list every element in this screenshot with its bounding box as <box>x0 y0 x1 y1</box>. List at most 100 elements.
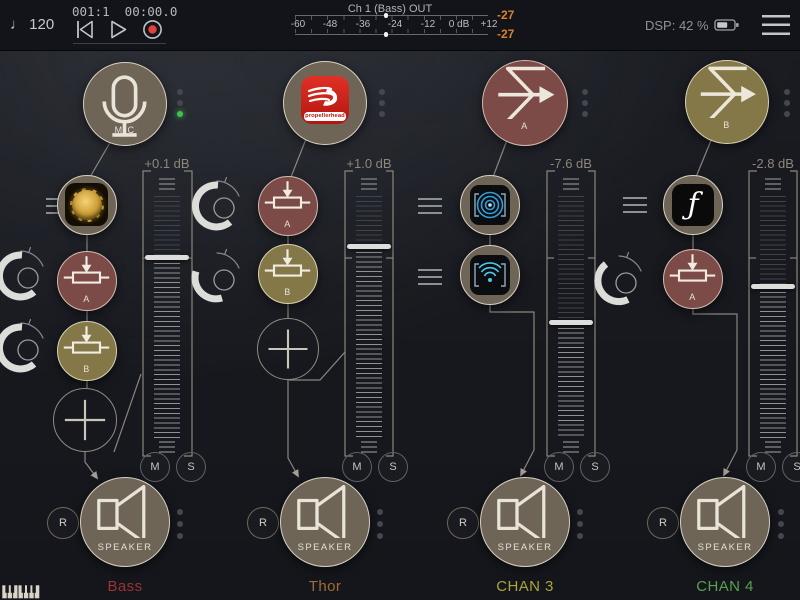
plugin-drag-handle[interactable] <box>623 197 647 213</box>
add-node-button[interactable] <box>53 388 117 452</box>
bus-sum-icon <box>483 61 566 119</box>
send-node-label: A <box>664 292 722 302</box>
plus-icon <box>54 389 116 451</box>
add-node-button[interactable] <box>257 318 319 380</box>
channel-fader[interactable] <box>356 196 382 438</box>
gain-value-label: +0.1 dB <box>112 156 222 171</box>
fader-ticks-lower <box>558 323 584 438</box>
status-dot <box>582 100 588 106</box>
plugin-node[interactable] <box>57 175 117 235</box>
input-node-bus-a[interactable]: A <box>482 60 568 146</box>
plugin-node[interactable] <box>460 175 520 235</box>
output-node-label: SPEAKER <box>681 542 769 553</box>
status-dot <box>379 100 385 106</box>
plus-icon <box>258 319 318 379</box>
channel-fader[interactable] <box>154 196 180 438</box>
status-dot <box>577 533 583 539</box>
status-dot <box>177 100 183 106</box>
status-dot <box>177 509 183 515</box>
channel-name[interactable]: Thor <box>255 578 395 595</box>
send-knob[interactable] <box>598 253 641 302</box>
fader-ticks-upper <box>760 196 786 287</box>
input-node-bus-b[interactable]: B <box>685 60 769 144</box>
status-dot <box>582 89 588 95</box>
fader-ticks-upper <box>356 196 382 247</box>
gain-value-label: -7.6 dB <box>516 156 626 171</box>
send-icon <box>58 322 115 366</box>
send-icon <box>259 245 316 289</box>
solo-button[interactable]: S <box>580 452 610 482</box>
record-arm-button[interactable]: R <box>247 507 279 539</box>
fader-handle[interactable] <box>751 284 795 289</box>
send-node-label: A <box>58 294 116 304</box>
plugin-node[interactable] <box>460 245 520 305</box>
send-knob[interactable] <box>195 178 239 227</box>
send-node-b[interactable]: B <box>258 244 318 304</box>
status-dot <box>377 533 383 539</box>
channel-fader[interactable] <box>558 196 584 438</box>
send-node-label: B <box>259 287 317 297</box>
send-knob[interactable] <box>0 320 43 369</box>
status-dot <box>778 521 784 527</box>
send-node-a[interactable]: A <box>57 251 117 311</box>
status-dot <box>177 533 183 539</box>
channel-fader[interactable] <box>760 196 786 438</box>
plugin-drag-handle[interactable] <box>418 269 442 285</box>
output-node-label: SPEAKER <box>81 542 169 553</box>
output-node-speaker[interactable]: SPEAKER <box>480 477 570 567</box>
fader-ticks-upper <box>558 196 584 323</box>
speaker-icon <box>281 478 368 538</box>
send-icon <box>58 252 115 296</box>
solo-button[interactable]: S <box>378 452 408 482</box>
plugin-node[interactable]: ƒ <box>663 175 723 235</box>
send-node-label: A <box>259 219 317 229</box>
fader-handle[interactable] <box>347 244 391 249</box>
send-node-b[interactable]: B <box>57 321 117 381</box>
channel-name[interactable]: CHAN 4 <box>655 578 795 595</box>
output-node-speaker[interactable]: SPEAKER <box>680 477 770 567</box>
status-dot <box>377 509 383 515</box>
status-dot <box>379 89 385 95</box>
status-dot <box>577 509 583 515</box>
channel-name[interactable]: CHAN 3 <box>455 578 595 595</box>
status-dot <box>577 521 583 527</box>
output-node-label: SPEAKER <box>281 542 369 553</box>
plugin-app-icon-target <box>470 185 510 225</box>
input-node-mic[interactable]: MIC <box>83 62 167 146</box>
record-arm-button[interactable]: R <box>647 507 679 539</box>
record-arm-button[interactable]: R <box>447 507 479 539</box>
keyboard-toggle-icon[interactable] <box>1 584 43 600</box>
input-active-led <box>177 111 183 117</box>
speaker-icon <box>481 478 568 538</box>
channel-name[interactable]: Bass <box>55 578 195 595</box>
input-node-label: A <box>483 121 567 131</box>
fader-handle[interactable] <box>549 320 593 325</box>
output-node-speaker[interactable]: SPEAKER <box>80 477 170 567</box>
plugin-drag-handle[interactable] <box>418 198 442 214</box>
plugin-app-icon-f: ƒ <box>672 184 714 226</box>
status-dot <box>379 111 385 117</box>
send-node-a[interactable]: A <box>663 249 723 309</box>
plugin-app-icon-waves <box>470 255 510 295</box>
fader-ticks-lower <box>760 287 786 438</box>
status-dot <box>177 521 183 527</box>
input-node-label: B <box>686 120 768 130</box>
status-dot <box>377 521 383 527</box>
speaker-icon <box>681 478 768 538</box>
send-node-a[interactable]: A <box>258 176 318 236</box>
output-node-label: SPEAKER <box>481 542 569 553</box>
fader-ticks-lower <box>154 258 180 438</box>
status-dot <box>582 111 588 117</box>
send-icon <box>259 177 316 221</box>
send-knob[interactable] <box>0 248 43 297</box>
fader-handle[interactable] <box>145 255 189 260</box>
status-dot <box>177 89 183 95</box>
status-dot <box>784 89 790 95</box>
solo-button[interactable]: S <box>176 452 206 482</box>
send-knob[interactable] <box>195 250 239 299</box>
output-node-speaker[interactable]: SPEAKER <box>280 477 370 567</box>
fader-ticks-lower <box>356 247 382 438</box>
send-node-label: B <box>58 364 116 374</box>
record-arm-button[interactable]: R <box>47 507 79 539</box>
input-node-app[interactable]: propellerhead <box>283 61 367 145</box>
